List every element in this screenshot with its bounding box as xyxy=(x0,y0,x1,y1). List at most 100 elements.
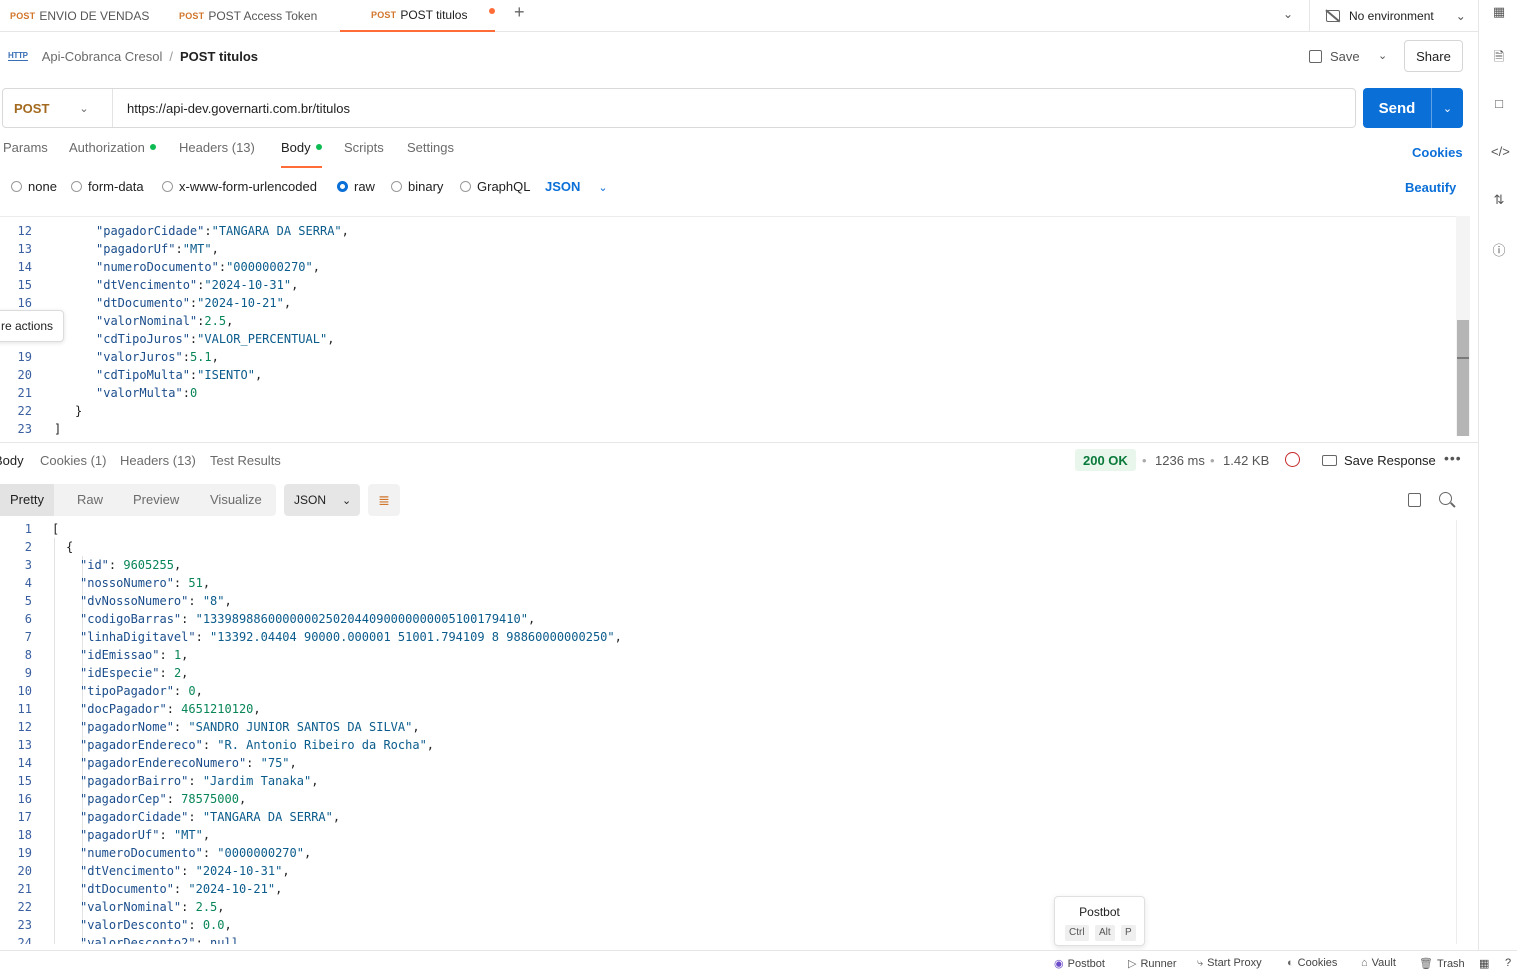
layout-toggle-icon[interactable]: ▦ xyxy=(1479,957,1489,970)
statusbar-label: Postbot xyxy=(1067,958,1105,970)
statusbar-postbot[interactable]: ◉ Postbot xyxy=(1054,957,1105,970)
json-key: "valorDesconto2" xyxy=(80,936,196,944)
json-key: "pagadorUf" xyxy=(96,242,176,256)
json-punctuation: , xyxy=(195,684,203,698)
tab-headers[interactable]: Headers (13) xyxy=(179,140,255,168)
statusbar-runner[interactable]: ▷ Runner xyxy=(1128,957,1177,970)
response-format-select[interactable]: JSON ⌄ xyxy=(284,484,360,516)
radio-raw[interactable]: raw xyxy=(337,179,375,194)
tabs-chevron-down-icon[interactable]: ⌄ xyxy=(1283,7,1293,21)
radio-none[interactable]: none xyxy=(11,179,57,194)
breadcrumb-request-name[interactable]: POST titulos xyxy=(180,49,258,64)
code-text: "pagadorUf":"MT", xyxy=(96,240,219,258)
tab-label: POST Access Token xyxy=(208,9,318,23)
tab-scripts[interactable]: Scripts xyxy=(344,140,384,168)
response-size[interactable]: 1.42 KB xyxy=(1223,453,1269,468)
environment-selector[interactable]: No environment ⌄ xyxy=(1309,0,1478,32)
view-pretty[interactable]: Pretty xyxy=(0,484,54,516)
save-options-chevron-icon[interactable]: ⌄ xyxy=(1378,49,1387,62)
code-text: { xyxy=(66,538,73,556)
code-text: "dtDocumento":"2024-10-21", xyxy=(96,294,291,312)
json-value: "0000000270" xyxy=(226,260,313,274)
response-tab-cookies[interactable]: Cookies (1) xyxy=(40,453,106,468)
save-button[interactable]: Save xyxy=(1309,42,1360,70)
body-format-select[interactable]: JSON ⌄ xyxy=(545,179,608,194)
beautify-button[interactable]: Beautify xyxy=(1405,180,1456,195)
response-tab-test-results[interactable]: Test Results xyxy=(210,453,281,468)
json-value: 0.0 xyxy=(202,918,225,932)
environment-quick-look-icon[interactable]: ▦ xyxy=(1491,4,1507,20)
status-badge[interactable]: 200 OK xyxy=(1075,449,1136,471)
help-icon[interactable]: ? xyxy=(1505,957,1511,969)
json-punctuation: , xyxy=(254,368,263,382)
json-key: "idEmissao" xyxy=(80,648,160,662)
documentation-icon[interactable]: 🗎 xyxy=(1491,48,1507,64)
info-icon[interactable]: ⓘ xyxy=(1491,240,1507,258)
unsaved-dot-icon xyxy=(489,8,495,14)
response-time[interactable]: 1236 ms xyxy=(1155,453,1205,468)
cookies-link[interactable]: Cookies xyxy=(1412,145,1463,160)
wrap-lines-icon[interactable]: ≣ xyxy=(368,484,400,516)
json-separator: : xyxy=(159,648,174,662)
radio-binary[interactable]: binary xyxy=(391,179,443,194)
json-separator: : xyxy=(159,828,174,842)
copy-icon[interactable] xyxy=(1408,493,1421,507)
json-key: "pagadorEnderecoNumero" xyxy=(80,756,247,770)
pane-divider[interactable] xyxy=(0,442,1478,443)
tab-settings[interactable]: Settings xyxy=(407,140,454,168)
search-icon[interactable] xyxy=(1439,492,1452,505)
send-label: Send xyxy=(1378,99,1416,117)
related-collections-icon[interactable]: ⇅ xyxy=(1491,192,1507,208)
radio-label: form-data xyxy=(88,179,144,194)
tab-post-titulos[interactable]: POST POST titulos xyxy=(340,0,495,32)
view-preview[interactable]: Preview xyxy=(133,484,179,516)
tab-authorization[interactable]: Authorization xyxy=(69,140,156,168)
response-tab-headers[interactable]: Headers (13) xyxy=(120,453,196,468)
json-punctuation: , xyxy=(312,260,320,274)
scrollbar-thumb[interactable] xyxy=(1457,320,1469,436)
statusbar-cookies[interactable]: ◐ Cookies xyxy=(1287,957,1337,969)
response-body-viewer[interactable]: 1 [2 {3 "id": 9605255, 4 "nossoNumero": 51, 5 "… xyxy=(0,520,1470,944)
chevron-down-icon: ⌄ xyxy=(598,182,608,194)
json-key: "idEspecie" xyxy=(80,666,160,680)
radio-graphql[interactable]: GraphQL xyxy=(460,179,530,194)
response-scrollbar[interactable] xyxy=(1456,520,1457,944)
line-number: 7 xyxy=(24,630,32,644)
postbot-popup[interactable]: Postbot Ctrl Alt P xyxy=(1054,896,1145,946)
send-button[interactable]: Send ⌄ xyxy=(1363,88,1463,128)
method-value: POST xyxy=(14,100,50,116)
radio-x-www-form-urlencoded[interactable]: x-www-form-urlencoded xyxy=(162,179,317,194)
view-visualize[interactable]: Visualize xyxy=(210,484,262,516)
response-tab-body[interactable]: Body xyxy=(0,453,24,468)
code-text: "linhaDigitavel": "13392.04404 90000.000… xyxy=(80,628,622,646)
tab-params[interactable]: Params xyxy=(3,140,48,168)
code-text: ] xyxy=(54,420,61,438)
radio-form-data[interactable]: form-data xyxy=(71,179,144,194)
save-response-button[interactable]: Save Response xyxy=(1322,453,1436,468)
url-input[interactable]: https://api-dev.governarti.com.br/titulo… xyxy=(113,101,350,116)
new-tab-plus-icon[interactable]: + xyxy=(514,2,525,23)
more-options-icon[interactable]: ••• xyxy=(1444,450,1462,466)
view-raw[interactable]: Raw xyxy=(77,484,103,516)
send-options-chevron-icon[interactable]: ⌄ xyxy=(1432,102,1463,115)
line-number: 19 xyxy=(17,846,32,860)
request-editor-scrollbar[interactable] xyxy=(1456,216,1470,436)
statusbar-label: Cookies xyxy=(1297,957,1338,969)
request-body-editor[interactable]: 12 "pagadorCidade":"TANGARA DA SERRA", 13 "… xyxy=(0,216,1470,438)
statusbar-vault[interactable]: ⌂ Vault xyxy=(1361,957,1396,969)
statusbar-start-proxy[interactable]: ⤷ Start Proxy xyxy=(1197,957,1262,970)
method-select[interactable]: POST ⌄ xyxy=(3,89,113,127)
indent-guide xyxy=(54,538,55,944)
breadcrumb-collection[interactable]: Api-Cobranca Cresol xyxy=(42,49,163,64)
line-number: 4 xyxy=(24,576,32,590)
tab-envio-de-vendas[interactable]: POST ENVIO DE VENDAS xyxy=(10,0,149,32)
comments-icon[interactable]: □ xyxy=(1491,96,1507,112)
tab-body[interactable]: Body xyxy=(281,140,322,168)
statusbar-trash[interactable]: 🗑 Trash xyxy=(1419,957,1465,970)
json-value: "2024-10-31" xyxy=(204,278,292,292)
share-button[interactable]: Share xyxy=(1404,40,1463,72)
tab-post-access-token[interactable]: POST POST Access Token xyxy=(179,0,317,32)
radio-label: x-www-form-urlencoded xyxy=(179,179,317,194)
code-snippet-icon[interactable]: </> xyxy=(1491,144,1510,160)
network-globe-icon[interactable] xyxy=(1285,452,1300,467)
